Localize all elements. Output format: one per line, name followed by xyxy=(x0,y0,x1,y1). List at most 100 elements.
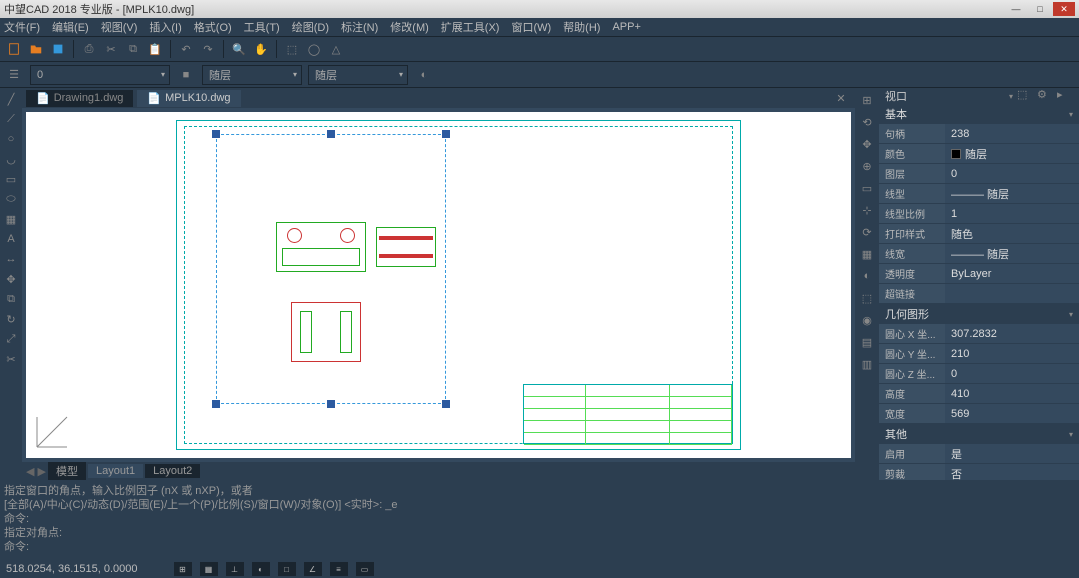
doc-tab-active[interactable]: 📄 MPLK10.dwg xyxy=(137,90,240,107)
prop-value[interactable]: 0 xyxy=(945,364,1079,383)
menu-format[interactable]: 格式(O) xyxy=(194,19,232,35)
maximize-button[interactable]: □ xyxy=(1029,2,1051,16)
ellipse-icon[interactable]: ⬭ xyxy=(2,190,20,208)
print-icon[interactable]: ⎙ xyxy=(79,39,99,59)
rotate-icon[interactable]: ↻ xyxy=(2,310,20,328)
layout-tab-model[interactable]: 模型 xyxy=(48,462,86,480)
prop-row[interactable]: 线宽——— 随层 xyxy=(879,244,1079,264)
model-toggle[interactable]: ▭ xyxy=(356,562,374,576)
grip-tr[interactable] xyxy=(442,130,450,138)
prop-row[interactable]: 启用是 xyxy=(879,444,1079,464)
section-title[interactable]: 基本 xyxy=(879,104,1079,124)
prop-row[interactable]: 超链接 xyxy=(879,284,1079,304)
grip-tl[interactable] xyxy=(212,130,220,138)
prop-row[interactable]: 线型比例1 xyxy=(879,204,1079,224)
zoom-icon[interactable]: 🔍 xyxy=(229,39,249,59)
pan-icon[interactable]: ✋ xyxy=(251,39,271,59)
nav-icon[interactable]: ▥ xyxy=(857,354,877,374)
prop-row[interactable]: 颜色随层 xyxy=(879,144,1079,164)
menu-dimension[interactable]: 标注(N) xyxy=(341,19,378,35)
open-icon[interactable] xyxy=(26,39,46,59)
prop-value[interactable]: 0 xyxy=(945,164,1079,183)
nav-icon[interactable]: ⊕ xyxy=(857,156,877,176)
scale-icon[interactable]: ⤢ xyxy=(2,330,20,348)
cut-icon[interactable]: ✂ xyxy=(101,39,121,59)
nav-icon[interactable]: ◐ xyxy=(857,266,877,286)
grip-bm[interactable] xyxy=(327,400,335,408)
nav-icon[interactable]: ▭ xyxy=(857,178,877,198)
lineweight-selector[interactable]: 随层 xyxy=(308,65,408,85)
layer-icon[interactable]: ☰ xyxy=(4,65,24,85)
minimize-button[interactable]: — xyxy=(1005,2,1027,16)
nav-icon[interactable]: ▤ xyxy=(857,332,877,352)
section-title[interactable]: 几何图形 xyxy=(879,304,1079,324)
new-icon[interactable] xyxy=(4,39,24,59)
nav-icon[interactable]: ⟲ xyxy=(857,112,877,132)
prop-value[interactable]: 410 xyxy=(945,384,1079,403)
menu-view[interactable]: 视图(V) xyxy=(101,19,138,35)
prop-value[interactable]: 210 xyxy=(945,344,1079,363)
nav-icon[interactable]: ⬚ xyxy=(857,288,877,308)
prop-value[interactable]: 307.2832 xyxy=(945,324,1079,343)
close-panel-icon[interactable]: ▸ xyxy=(1057,88,1073,104)
nav-icon[interactable]: ⊹ xyxy=(857,200,877,220)
menu-window[interactable]: 窗口(W) xyxy=(511,19,551,35)
linetype-selector[interactable]: 随层 xyxy=(202,65,302,85)
lwt-toggle[interactable]: ≡ xyxy=(330,562,348,576)
menu-app[interactable]: APP+ xyxy=(612,21,640,33)
copy-icon[interactable]: ⧉ xyxy=(123,39,143,59)
tab-close-icon[interactable]: ✕ xyxy=(831,88,851,108)
section-title[interactable]: 其他 xyxy=(879,424,1079,444)
nav-icon[interactable]: ◉ xyxy=(857,310,877,330)
save-icon[interactable] xyxy=(48,39,68,59)
menu-draw[interactable]: 绘图(D) xyxy=(292,19,329,35)
prop-row[interactable]: 图层0 xyxy=(879,164,1079,184)
prop-value[interactable]: ——— 随层 xyxy=(945,184,1079,203)
redo-icon[interactable]: ↷ xyxy=(198,39,218,59)
prop-row[interactable]: 圆心 Y 坐...210 xyxy=(879,344,1079,364)
doc-tab[interactable]: 📄 Drawing1.dwg xyxy=(26,90,133,107)
move-icon[interactable]: ✥ xyxy=(2,270,20,288)
filter-icon[interactable]: ⚙ xyxy=(1037,88,1053,104)
dim-icon[interactable]: ↔ xyxy=(2,250,20,268)
prop-value[interactable]: 随层 xyxy=(945,144,1079,163)
prop-row[interactable]: 句柄238 xyxy=(879,124,1079,144)
prop-value[interactable]: 238 xyxy=(945,124,1079,143)
copy-icon[interactable]: ⧉ xyxy=(2,290,20,308)
nav-icon[interactable]: ⟳ xyxy=(857,222,877,242)
canvas[interactable] xyxy=(26,112,851,458)
prop-row[interactable]: 高度410 xyxy=(879,384,1079,404)
nav-icon[interactable]: ✥ xyxy=(857,134,877,154)
close-button[interactable]: ✕ xyxy=(1053,2,1075,16)
prop-value[interactable]: 是 xyxy=(945,444,1079,463)
snap-toggle[interactable]: ⊞ xyxy=(174,562,192,576)
pick-icon[interactable]: ⬚ xyxy=(1017,88,1033,104)
paste-icon[interactable]: 📋 xyxy=(145,39,165,59)
selection-type[interactable]: 视口 xyxy=(885,88,1005,104)
prop-value[interactable]: 随色 xyxy=(945,224,1079,243)
text-icon[interactable]: A xyxy=(2,230,20,248)
menu-tools[interactable]: 工具(T) xyxy=(244,19,280,35)
prop-row[interactable]: 圆心 X 坐...307.2832 xyxy=(879,324,1079,344)
prop-value[interactable]: 1 xyxy=(945,204,1079,223)
undo-icon[interactable]: ↶ xyxy=(176,39,196,59)
prop-row[interactable]: 透明度ByLayer xyxy=(879,264,1079,284)
prop-row[interactable]: 宽度569 xyxy=(879,404,1079,424)
menu-help[interactable]: 帮助(H) xyxy=(563,19,600,35)
rect-icon[interactable]: ▭ xyxy=(2,170,20,188)
prop-value[interactable] xyxy=(945,284,1079,303)
nav-icon[interactable]: ▦ xyxy=(857,244,877,264)
color-icon[interactable]: ■ xyxy=(176,65,196,85)
menu-edit[interactable]: 编辑(E) xyxy=(52,19,89,35)
prop-row[interactable]: 打印样式随色 xyxy=(879,224,1079,244)
command-line[interactable]: 指定窗口的角点，输入比例因子 (nX 或 nXP)，或者 [全部(A)/中心(C… xyxy=(0,480,1079,560)
tool-icon[interactable]: ◐ xyxy=(414,65,434,85)
prop-row[interactable]: 线型——— 随层 xyxy=(879,184,1079,204)
polar-toggle[interactable]: ◐ xyxy=(252,562,270,576)
osnap-toggle[interactable]: □ xyxy=(278,562,296,576)
grid-toggle[interactable]: ▦ xyxy=(200,562,218,576)
grip-br[interactable] xyxy=(442,400,450,408)
menu-insert[interactable]: 插入(I) xyxy=(149,19,181,35)
menu-modify[interactable]: 修改(M) xyxy=(390,19,429,35)
prop-row[interactable]: 圆心 Z 坐...0 xyxy=(879,364,1079,384)
